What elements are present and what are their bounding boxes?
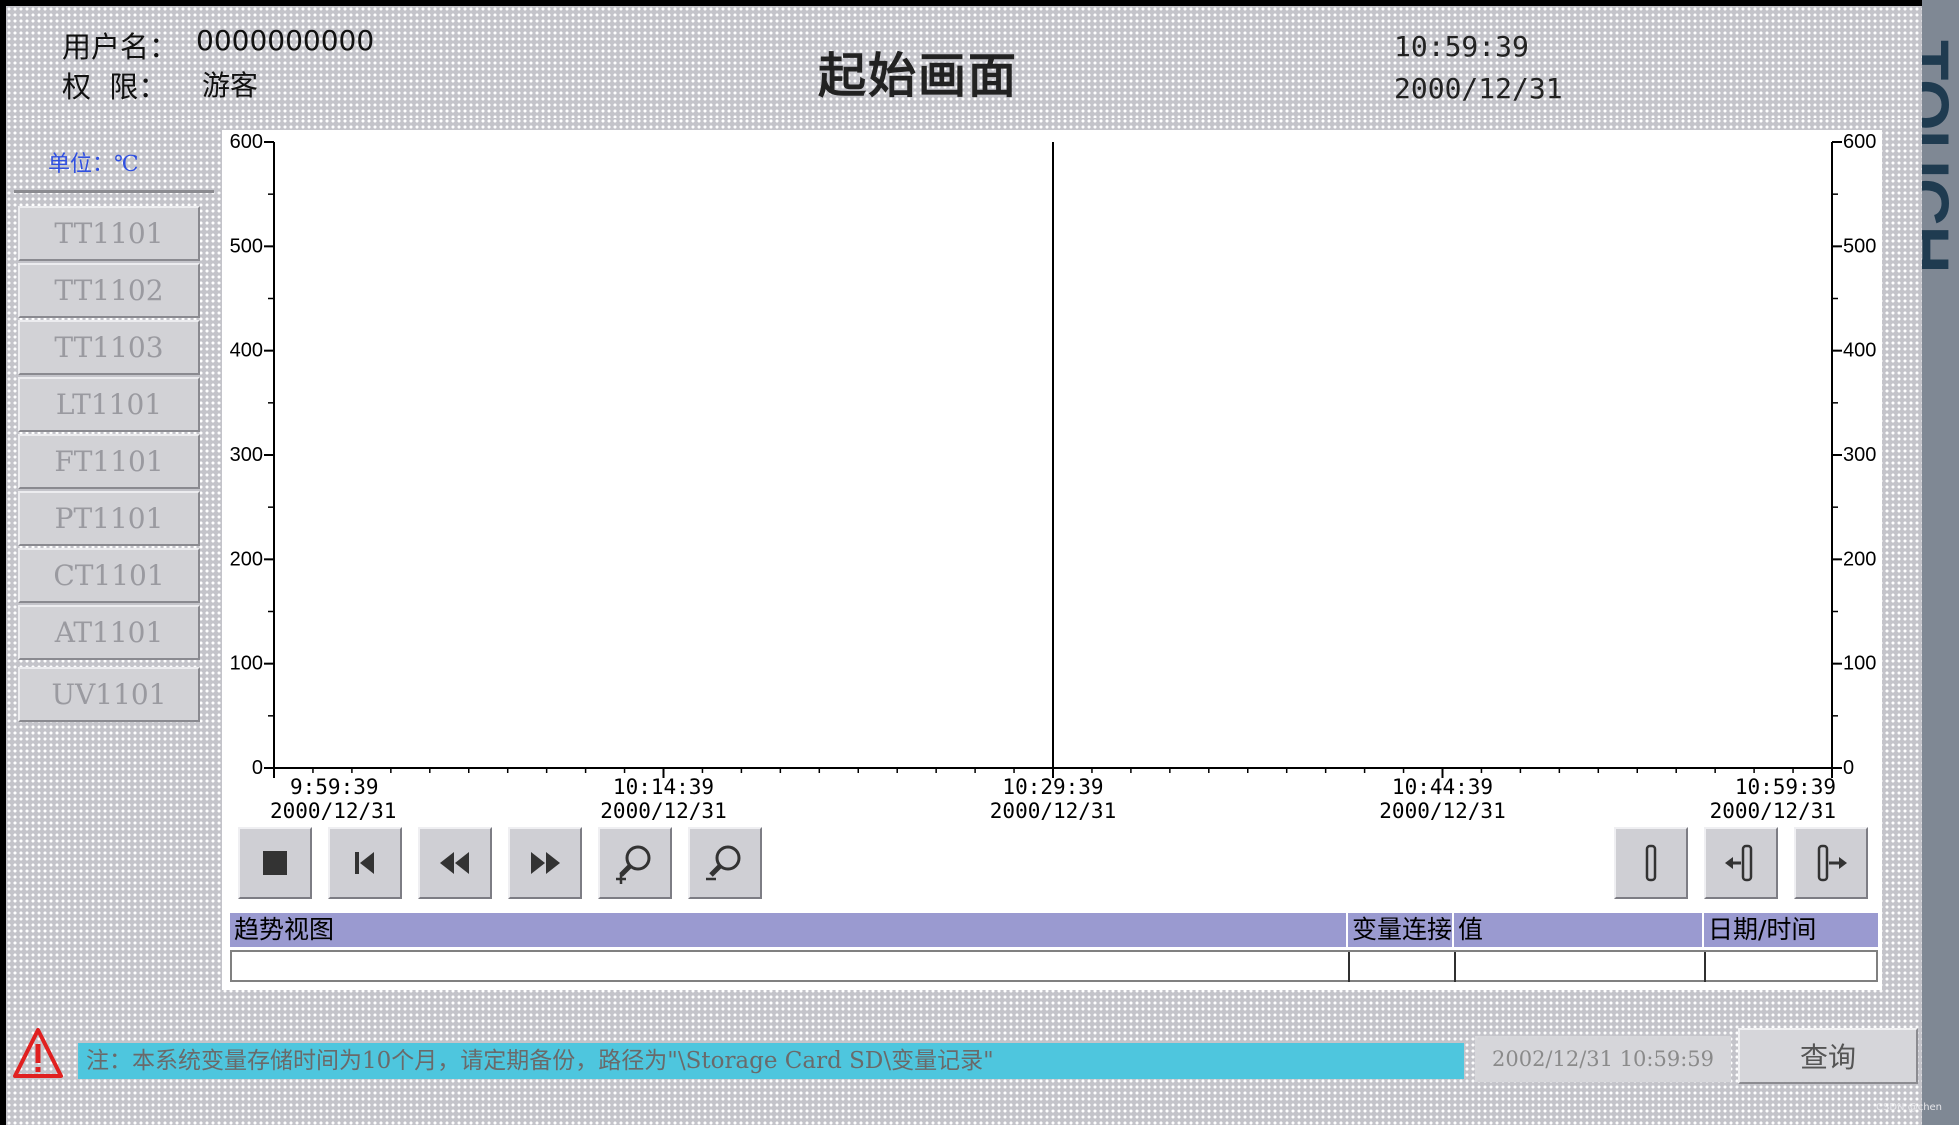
ruler-left-button[interactable] bbox=[1704, 827, 1778, 899]
brand-logo-text: TOUCH bbox=[1922, 40, 1959, 274]
x-tick-label-date: 2000/12/31 bbox=[1379, 799, 1505, 823]
tag-button-tt1101[interactable]: TT1101 bbox=[18, 206, 200, 261]
column-header-datetime[interactable]: 日期/时间 bbox=[1704, 913, 1878, 947]
x-tick-label-date: 2000/12/31 bbox=[990, 799, 1116, 823]
column-header-value[interactable]: 值 bbox=[1454, 913, 1704, 947]
tag-button-tt1102[interactable]: TT1102 bbox=[18, 263, 200, 318]
ruler-right-icon bbox=[1817, 844, 1847, 882]
zoom-in-button[interactable] bbox=[598, 827, 672, 899]
tag-button-ct1101[interactable]: CT1101 bbox=[18, 548, 200, 603]
y-tick-label-left: 300 bbox=[230, 444, 263, 466]
page-title: 起始画面 bbox=[818, 48, 1019, 104]
skip-to-start-button[interactable] bbox=[328, 827, 402, 899]
tag-button-uv1101[interactable]: UV1101 bbox=[18, 667, 200, 722]
trend-view-panel: 0 100 200 300 400 500 600 0 100 200 300 400 500 600 … bbox=[222, 130, 1882, 990]
ruler-left-icon bbox=[1725, 844, 1753, 882]
query-button[interactable]: 查询 bbox=[1738, 1028, 1918, 1084]
trend-table-header: 趋势视图 变量连接 值 日期/时间 bbox=[230, 913, 1878, 947]
ruler-icon bbox=[1645, 844, 1657, 882]
y-tick-label-right: 0 bbox=[1843, 757, 1854, 779]
y-tick-label-right: 300 bbox=[1843, 444, 1876, 466]
ruler-button[interactable] bbox=[1614, 827, 1688, 899]
x-tick-label-time: 10:29:39 bbox=[1002, 775, 1103, 799]
brand-strip: TOUCH bbox=[1922, 0, 1959, 1125]
tag-button-at1101[interactable]: AT1101 bbox=[18, 605, 200, 660]
y-tick-label-left: 200 bbox=[230, 548, 263, 570]
column-header-trend-view[interactable]: 趋势视图 bbox=[230, 913, 1348, 947]
warning-icon bbox=[13, 1028, 63, 1078]
y-tick-label-right: 400 bbox=[1843, 340, 1876, 362]
permission-label: 权 限： bbox=[62, 70, 168, 104]
trend-chart[interactable]: 0100200300400500600 0100200300400500600 … bbox=[222, 130, 1882, 830]
stop-button[interactable] bbox=[238, 827, 312, 899]
column-divider bbox=[1704, 952, 1706, 982]
zoom-out-button[interactable] bbox=[688, 827, 762, 899]
x-tick-label-time: 9:59:39 bbox=[290, 775, 379, 799]
tag-button-tt1103[interactable]: TT1103 bbox=[18, 320, 200, 375]
y-tick-label-left: 500 bbox=[230, 235, 263, 257]
y-tick-label-left: 400 bbox=[230, 340, 263, 362]
fast-forward-button[interactable] bbox=[508, 827, 582, 899]
tag-button-pt1101[interactable]: PT1101 bbox=[18, 491, 200, 546]
unit-label: 单位：℃ bbox=[48, 152, 139, 177]
y-tick-label-left: 100 bbox=[230, 653, 263, 675]
status-datetime: 2002/12/31 10:59:59 bbox=[1475, 1036, 1731, 1082]
user-label: 用户名： bbox=[62, 30, 179, 64]
column-divider bbox=[1454, 952, 1456, 982]
x-tick-label-date: 2000/12/31 bbox=[600, 799, 726, 823]
permission-value: 游客 bbox=[202, 69, 259, 102]
zoom-in-icon bbox=[616, 845, 651, 884]
x-tick-label-date: 2000/12/31 bbox=[270, 799, 396, 823]
watermark: CSDN @chen bbox=[1876, 1102, 1943, 1113]
unit-divider bbox=[14, 190, 214, 193]
column-divider bbox=[1348, 952, 1350, 982]
fast-forward-icon bbox=[531, 852, 560, 874]
column-header-variable-link[interactable]: 变量连接 bbox=[1348, 913, 1454, 947]
y-tick-label-left: 600 bbox=[230, 131, 263, 153]
clock-time: 10:59:39 bbox=[1394, 30, 1529, 63]
ruler-right-button[interactable] bbox=[1794, 827, 1868, 899]
tag-button-ft1101[interactable]: FT1101 bbox=[18, 434, 200, 489]
table-row[interactable] bbox=[230, 950, 1878, 982]
y-tick-label-right: 500 bbox=[1843, 235, 1876, 257]
x-tick-label-date: 2000/12/31 bbox=[1710, 799, 1836, 823]
y-tick-label-right: 600 bbox=[1843, 131, 1876, 153]
x-tick-label-time: 10:59:39 bbox=[1735, 775, 1836, 799]
user-value: 00000000000 bbox=[196, 24, 374, 57]
y-tick-label-right: 100 bbox=[1843, 653, 1876, 675]
skip-to-start-icon bbox=[355, 852, 374, 874]
rewind-icon bbox=[440, 852, 469, 874]
y-tick-label-left: 0 bbox=[252, 757, 263, 779]
zoom-out-icon bbox=[706, 845, 741, 881]
rewind-button[interactable] bbox=[418, 827, 492, 899]
tag-button-lt1101[interactable]: LT1101 bbox=[18, 377, 200, 432]
header-bar: 用户名： 00000000000 权 限： 游客 起始画面 10:59:39 2… bbox=[6, 6, 1922, 118]
notice-marquee: 注：本系统变量存储时间为10个月，请定期备份，路径为"\Storage Card… bbox=[78, 1043, 1464, 1079]
stop-icon bbox=[263, 851, 287, 875]
x-tick-label-time: 10:14:39 bbox=[613, 775, 714, 799]
clock-date: 2000/12/31 bbox=[1394, 72, 1563, 105]
y-tick-label-right: 200 bbox=[1843, 548, 1876, 570]
x-tick-label-time: 10:44:39 bbox=[1392, 775, 1493, 799]
